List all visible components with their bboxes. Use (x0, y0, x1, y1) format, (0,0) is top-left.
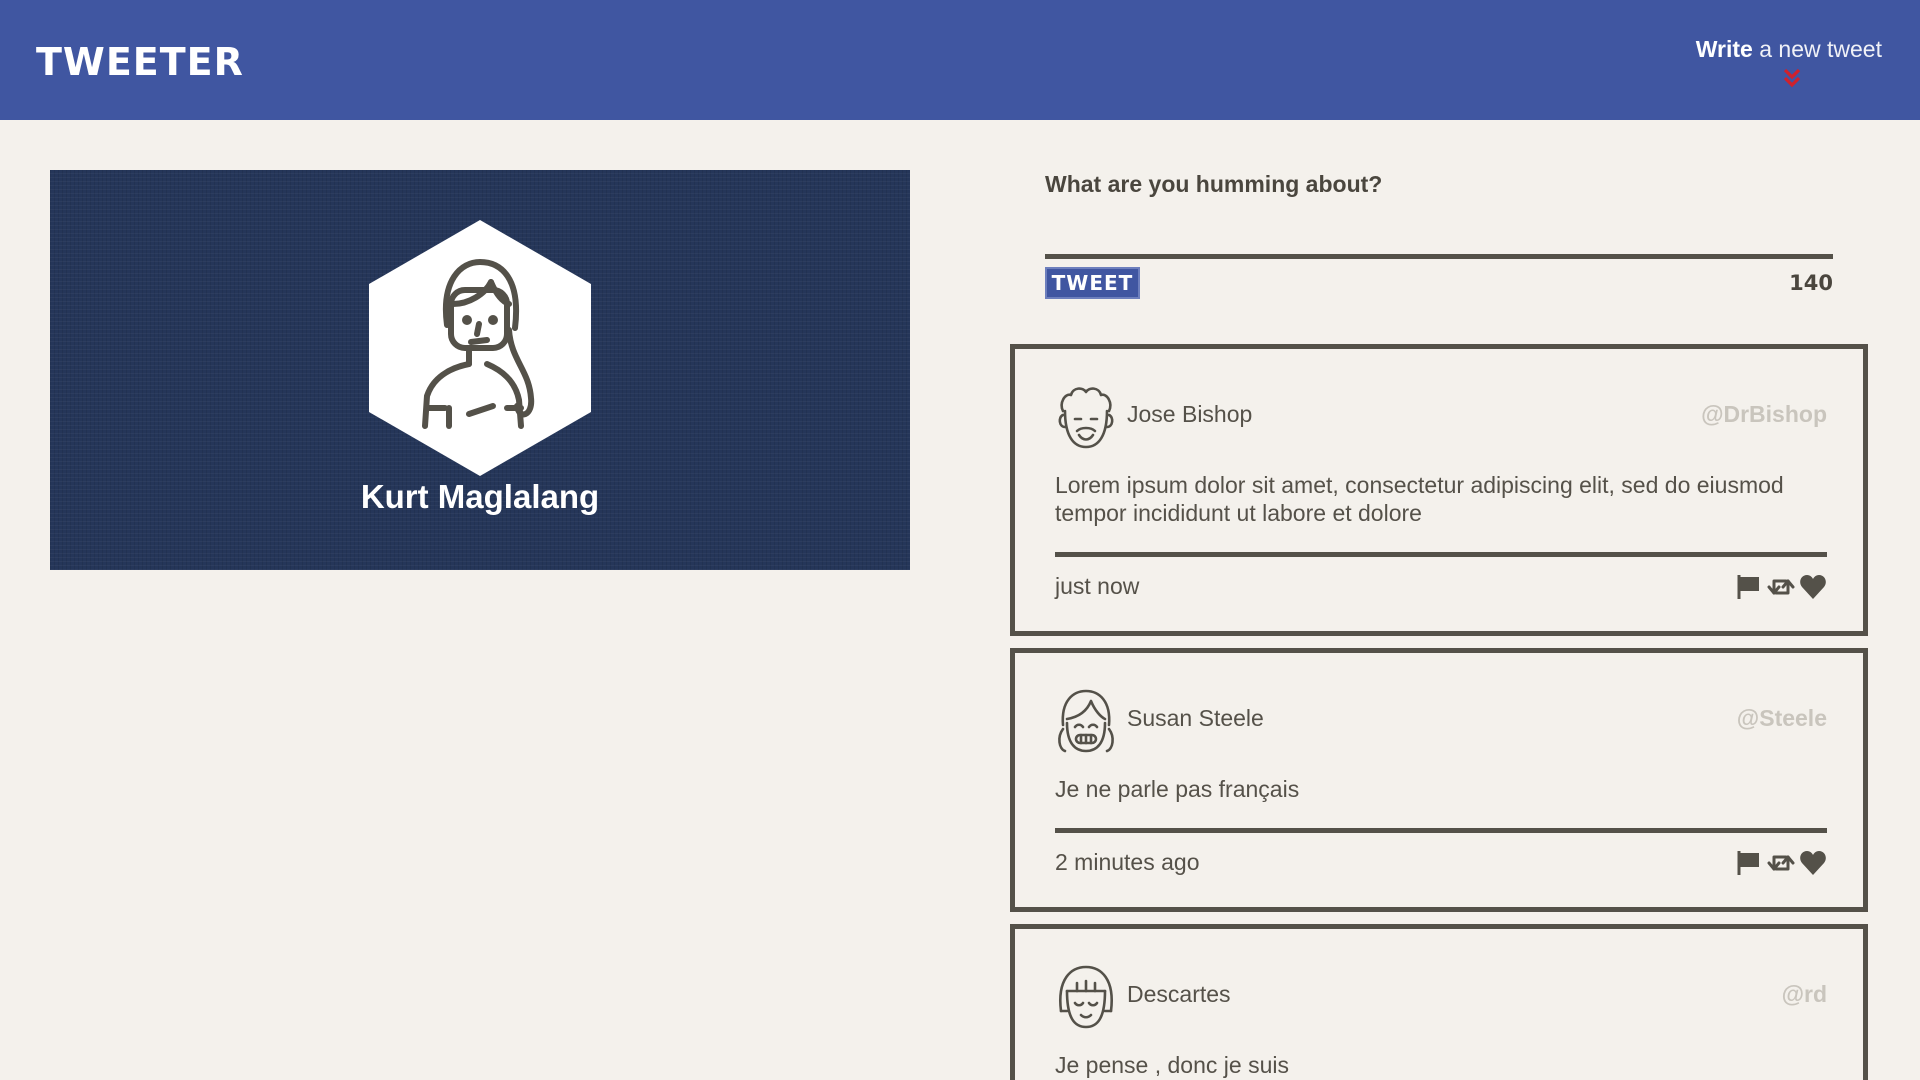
tweet-card: Jose Bishop @DrBishop Lorem ipsum dolor … (1010, 344, 1868, 636)
tweet-timestamp: 2 minutes ago (1055, 849, 1200, 875)
tweet-text: Je pense , donc je suis (1055, 1052, 1289, 1078)
tweet-author-name[interactable]: Jose Bishop (1127, 401, 1252, 428)
tweet-divider (1055, 552, 1827, 557)
tweet-author-name[interactable]: Descartes (1127, 981, 1231, 1008)
tweet-actions (1735, 573, 1827, 601)
compose-actions: TWEET 140 (1045, 267, 1833, 307)
heart-icon[interactable] (1799, 573, 1827, 601)
pigtails-girl-avatar-icon (1058, 689, 1114, 753)
tweet-text: Lorem ipsum dolor sit amet, consectetur … (1055, 472, 1784, 526)
tweet-divider (1055, 828, 1827, 833)
retweet-icon[interactable] (1767, 573, 1795, 601)
flag-icon[interactable] (1735, 573, 1763, 601)
woman-avatar-icon (369, 220, 591, 476)
flag-icon[interactable] (1735, 849, 1763, 877)
profile-card: Kurt Maglalang (50, 170, 910, 570)
char-counter: 140 (1789, 271, 1833, 295)
top-nav-bar: TWEETER Write a new tweet (0, 0, 1920, 120)
profile-name: Kurt Maglalang (360, 478, 600, 515)
new-tweet-label: a new tweet (1752, 36, 1882, 62)
compose-prompt: What are you humming about? (1045, 171, 1383, 197)
tweet-author-handle[interactable]: @rd (1782, 981, 1827, 1008)
tweet-actions (1735, 849, 1827, 877)
heart-icon[interactable] (1799, 849, 1827, 877)
tweet-text-input[interactable] (1045, 203, 1833, 259)
write-new-tweet-toggle[interactable]: Write a new tweet (1682, 36, 1882, 63)
tweet-card: Descartes @rd Je pense , donc je suis (1010, 924, 1868, 1080)
double-chevron-down-icon[interactable] (1780, 66, 1804, 90)
tweet-author-handle[interactable]: @DrBishop (1701, 401, 1827, 428)
brand-logo[interactable]: TWEETER (36, 40, 244, 84)
compose-form: What are you humming about? TWEET 140 (1045, 165, 1833, 307)
tweet-text: Je ne parle pas français (1055, 776, 1300, 802)
tweet-author-name[interactable]: Susan Steele (1127, 705, 1264, 732)
tweet-timestamp: just now (1055, 573, 1140, 599)
tweet-button[interactable]: TWEET (1045, 267, 1140, 299)
tweet-author-handle[interactable]: @Steele (1737, 705, 1827, 732)
bob-hair-avatar-icon (1059, 965, 1113, 1029)
write-label: Write (1695, 36, 1753, 62)
retweet-icon[interactable] (1767, 849, 1795, 877)
tweet-card: Susan Steele @Steele Je ne parle pas fra… (1010, 648, 1868, 912)
curly-hair-man-avatar-icon (1058, 387, 1114, 449)
